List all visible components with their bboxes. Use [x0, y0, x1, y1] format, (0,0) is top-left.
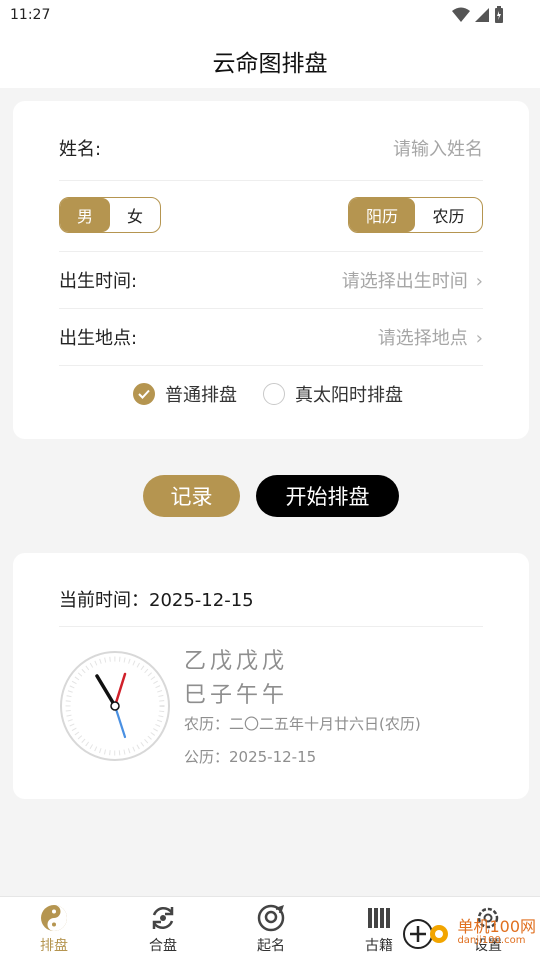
birth-place-picker[interactable]: 请选择地点 ›: [378, 324, 483, 350]
bazi-stems: 乙戊戊戊: [184, 649, 289, 674]
mode-solar-time-label: 真太阳时排盘: [295, 385, 403, 406]
calendar-toggle: 阳历 农历: [348, 197, 483, 233]
birth-place-placeholder: 请选择地点: [377, 328, 468, 349]
gender-toggle: 男 女: [59, 197, 161, 233]
divider: [59, 180, 483, 181]
birth-time-row[interactable]: 出生时间: 请选择出生时间 ›: [59, 267, 483, 293]
tab-qiming[interactable]: 起名: [231, 903, 311, 955]
bazi-branches: 巳子午午: [184, 683, 289, 708]
tab-label: 排盘: [40, 938, 68, 954]
divider: [59, 308, 483, 309]
chevron-right-icon: ›: [475, 271, 483, 292]
wifi-icon: [452, 7, 470, 22]
current-time-text: 当前时间：2025-12-15: [59, 590, 254, 611]
watermark-url: danji100.com: [457, 934, 526, 946]
calendar-solar-option[interactable]: 阳历: [349, 198, 415, 232]
birth-place-row[interactable]: 出生地点: 请选择地点 ›: [59, 324, 483, 350]
mode-normal-label: 普通排盘: [165, 385, 237, 406]
birth-place-label: 出生地点:: [59, 328, 138, 349]
current-time-card: 当前时间：2025-12-15 乙戊戊戊 巳子午午 农历：二〇二五年十月廿六日(…: [13, 553, 529, 799]
name-label: 姓名:: [59, 139, 102, 160]
page-title: 云命图排盘: [212, 51, 328, 77]
tab-label: 起名: [257, 938, 285, 954]
solar-date: 公历：2025-12-15: [184, 748, 317, 766]
yin-yang-icon: [41, 905, 67, 931]
tab-label: 合盘: [149, 938, 177, 954]
divider: [59, 365, 483, 366]
name-input[interactable]: 请输入姓名: [393, 135, 483, 161]
check-icon: [133, 383, 155, 405]
watermark-brand: 单机100网: [457, 916, 536, 936]
name-icon: [257, 904, 285, 932]
start-paipan-button[interactable]: 开始排盘: [256, 475, 399, 517]
mode-normal-radio[interactable]: 普通排盘: [133, 381, 237, 407]
name-row: 姓名: 请输入姓名: [59, 135, 483, 161]
tab-hepan[interactable]: 合盘: [123, 903, 203, 955]
status-icons: [452, 6, 504, 24]
radio-empty-icon: [263, 383, 285, 405]
record-button[interactable]: 记录: [143, 475, 240, 517]
sync-icon: [152, 906, 174, 930]
calendar-lunar-option[interactable]: 农历: [415, 198, 482, 232]
birth-time-placeholder: 请选择出生时间: [341, 271, 468, 292]
status-time: 11:27: [10, 7, 51, 23]
birth-info-card: 姓名: 请输入姓名 男 女 阳历 农历 出生时间: 请选择出生时间 › 出生地点:…: [13, 101, 529, 439]
watermark-logo: 单机100网 danji100.com: [403, 912, 536, 952]
divider: [59, 626, 483, 627]
chevron-right-icon: ›: [475, 328, 483, 349]
watermark-icon: [403, 919, 449, 949]
lunar-date: 农历：二〇二五年十月廿六日(农历): [184, 715, 421, 733]
signal-icon: [475, 8, 489, 22]
clock-icon: [60, 651, 170, 761]
app-bar: 云命图排盘: [0, 32, 540, 88]
mode-solar-time-radio[interactable]: 真太阳时排盘: [263, 381, 403, 407]
books-icon: [368, 908, 390, 928]
watermark-text: 单机100网 danji100.com: [457, 916, 536, 946]
gender-female-option[interactable]: 女: [110, 198, 160, 232]
status-bar: 11:27: [0, 0, 540, 32]
tab-paipan[interactable]: 排盘: [14, 903, 94, 955]
battery-icon: [495, 6, 503, 23]
divider: [59, 251, 483, 252]
birth-time-picker[interactable]: 请选择出生时间 ›: [342, 267, 483, 293]
birth-time-label: 出生时间:: [59, 271, 138, 292]
gender-male-option[interactable]: 男: [60, 198, 110, 232]
